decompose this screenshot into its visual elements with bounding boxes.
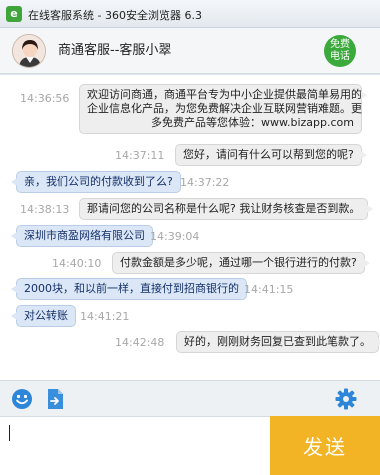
message-text: 那请问您的公司名称是什么呢? 我让财务核查是否到款。	[87, 202, 361, 215]
agent-message: 好的，刚刚财务回复已查到此笔款了。	[176, 331, 380, 353]
chat-header: 商通客服--客服小翠 免费 电话	[0, 28, 380, 74]
message-time: 14:36:56	[20, 92, 70, 105]
message-text: 亲，我们公司的付款收到了么?	[24, 175, 173, 188]
send-button[interactable]: 发送	[270, 416, 380, 475]
message-line: 企业信息化产品，为您免费解决企业互联网营销难题。更	[87, 102, 362, 115]
message-text: 好的，刚刚财务回复已查到此笔款了。	[184, 335, 371, 348]
message-text: 2000块，和以前一样，直接付到招商银行的	[24, 282, 239, 295]
message-time: 14:41:21	[80, 310, 130, 323]
message-line: 多免费产品等您体验：www.bizapp.com	[151, 116, 354, 129]
browser-app-icon: e	[6, 6, 22, 22]
window-title: 在线客服系统 - 360安全浏览器 6.3	[28, 9, 202, 22]
free-call-label-1: 免费	[330, 39, 350, 50]
chat-history[interactable]: 14:36:56 欢迎访问商通，商通平台专为中小企业提供最简单易用的 企业信息化…	[0, 75, 380, 380]
user-message: 深圳市商盈网络有限公司	[11, 225, 153, 247]
message-time: 14:40:10	[52, 257, 102, 270]
user-message: 亲，我们公司的付款收到了么?	[11, 171, 181, 193]
user-message: 2000块，和以前一样，直接付到招商银行的	[11, 278, 247, 300]
settings-gear-icon[interactable]	[335, 388, 357, 410]
user-message: 对公转账	[11, 305, 76, 327]
message-line: 欢迎访问商通，商通平台专为中小企业提供最简单易用的	[87, 88, 362, 101]
text-caret	[9, 425, 10, 441]
emoji-icon[interactable]	[11, 388, 33, 410]
message-time: 14:41:15	[244, 283, 294, 296]
agent-message: 付款金额是多少呢，通过哪一个银行进行的付款?	[112, 252, 370, 274]
message-time: 14:37:22	[180, 176, 230, 189]
message-text: 深圳市商盈网络有限公司	[24, 229, 145, 242]
agent-message: 您好，请问有什么可以帮到您的呢?	[175, 144, 367, 166]
agent-name: 商通客服--客服小翠	[58, 43, 172, 58]
agent-message: 那请问您的公司名称是什么呢? 我让财务核查是否到款。	[79, 198, 374, 220]
message-text: 您好，请问有什么可以帮到您的呢?	[183, 148, 354, 161]
title-bar: e 在线客服系统 - 360安全浏览器 6.3	[0, 0, 380, 28]
message-time: 14:37:11	[115, 149, 165, 162]
agent-message: 欢迎访问商通，商通平台专为中小企业提供最简单易用的 企业信息化产品，为您免费解决…	[79, 84, 367, 134]
message-text: 付款金额是多少呢，通过哪一个银行进行的付款?	[120, 256, 357, 269]
message-time: 14:38:13	[20, 203, 70, 216]
file-send-icon[interactable]	[44, 388, 66, 410]
chat-toolbar	[0, 380, 380, 416]
customer-service-avatar	[12, 34, 46, 68]
free-call-label-2: 电话	[330, 51, 350, 62]
message-time: 14:42:48	[115, 336, 165, 349]
message-text: 对公转账	[24, 309, 68, 322]
free-call-button[interactable]: 免费 电话	[324, 35, 356, 67]
message-input[interactable]	[0, 417, 270, 475]
message-input-area[interactable]	[0, 416, 270, 475]
message-time: 14:39:04	[150, 230, 200, 243]
